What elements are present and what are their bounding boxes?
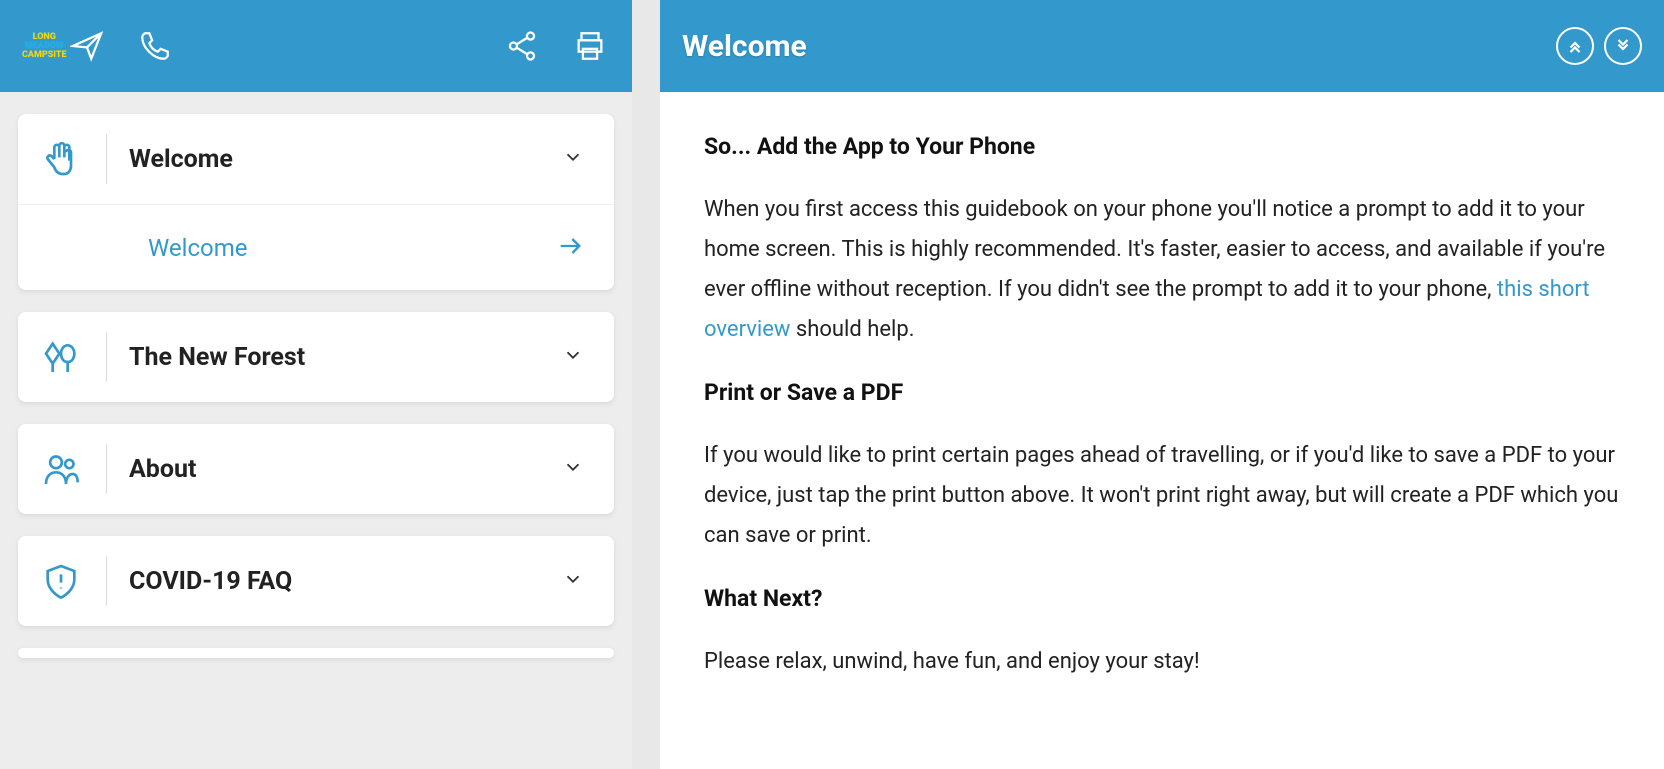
sidebar-item-covid-faq-header[interactable]: COVID-19 FAQ xyxy=(18,536,614,626)
sidebar-list[interactable]: Welcome Welcome The New Forest xyxy=(0,92,632,769)
print-icon[interactable] xyxy=(570,26,610,66)
divider xyxy=(106,134,107,184)
chevron-down-icon xyxy=(562,456,584,482)
content-paragraph: If you would like to print certain pages… xyxy=(704,436,1620,556)
sidebar-item-new-forest-header[interactable]: The New Forest xyxy=(18,312,614,402)
sidebar-header: LONG MEADOW CAMPSITE xyxy=(0,0,632,92)
sidebar-item-new-forest: The New Forest xyxy=(18,312,614,402)
send-icon[interactable] xyxy=(67,26,107,66)
sidebar-item-welcome-header[interactable]: Welcome xyxy=(18,114,614,204)
sidebar-item-covid-faq: COVID-19 FAQ xyxy=(18,536,614,626)
content-text: When you first access this guidebook on … xyxy=(704,197,1605,302)
section-heading-next: What Next? xyxy=(704,578,1620,620)
divider xyxy=(106,332,107,382)
content-header: Welcome xyxy=(660,0,1664,92)
scroll-bottom-button[interactable] xyxy=(1604,27,1642,65)
content-paragraph: Please relax, unwind, have fun, and enjo… xyxy=(704,642,1620,682)
sidebar-item-label: The New Forest xyxy=(129,343,562,372)
brand-logo-text: LONG MEADOW CAMPSITE xyxy=(22,33,67,60)
sidebar-item-more[interactable] xyxy=(18,648,614,658)
trees-icon xyxy=(38,334,84,380)
divider xyxy=(106,556,107,606)
sidebar-header-actions xyxy=(67,26,175,66)
sidebar-subitem-label: Welcome xyxy=(148,234,556,262)
phone-icon[interactable] xyxy=(135,26,175,66)
chevron-down-icon xyxy=(562,344,584,370)
chevron-down-icon xyxy=(562,146,584,172)
brand-logo[interactable]: LONG MEADOW CAMPSITE xyxy=(22,33,67,60)
section-heading-print: Print or Save a PDF xyxy=(704,372,1620,414)
sidebar-item-label: COVID-19 FAQ xyxy=(129,567,562,596)
share-icon[interactable] xyxy=(502,26,542,66)
content-paragraph: When you first access this guidebook on … xyxy=(704,190,1620,350)
section-heading-add-app: So... Add the App to Your Phone xyxy=(704,126,1620,168)
sidebar-item-label: About xyxy=(129,455,562,484)
hand-icon xyxy=(38,136,84,182)
sidebar-item-label: Welcome xyxy=(129,145,562,174)
sidebar-subitem-welcome[interactable]: Welcome xyxy=(18,204,614,290)
page-title: Welcome xyxy=(682,29,807,64)
content-text: should help. xyxy=(790,317,914,342)
content-panel: Welcome So... Add the App to Your Phone … xyxy=(660,0,1664,769)
shield-alert-icon xyxy=(38,558,84,604)
people-icon xyxy=(38,446,84,492)
sidebar-header-actions-right xyxy=(502,26,610,66)
chevron-down-icon xyxy=(562,568,584,594)
scroll-top-button[interactable] xyxy=(1556,27,1594,65)
content-body[interactable]: So... Add the App to Your Phone When you… xyxy=(660,92,1664,769)
sidebar-panel: LONG MEADOW CAMPSITE xyxy=(0,0,632,769)
sidebar-item-about-header[interactable]: About xyxy=(18,424,614,514)
sidebar-item-about: About xyxy=(18,424,614,514)
arrow-right-icon xyxy=(556,232,584,264)
divider xyxy=(106,444,107,494)
sidebar-item-welcome: Welcome Welcome xyxy=(18,114,614,290)
